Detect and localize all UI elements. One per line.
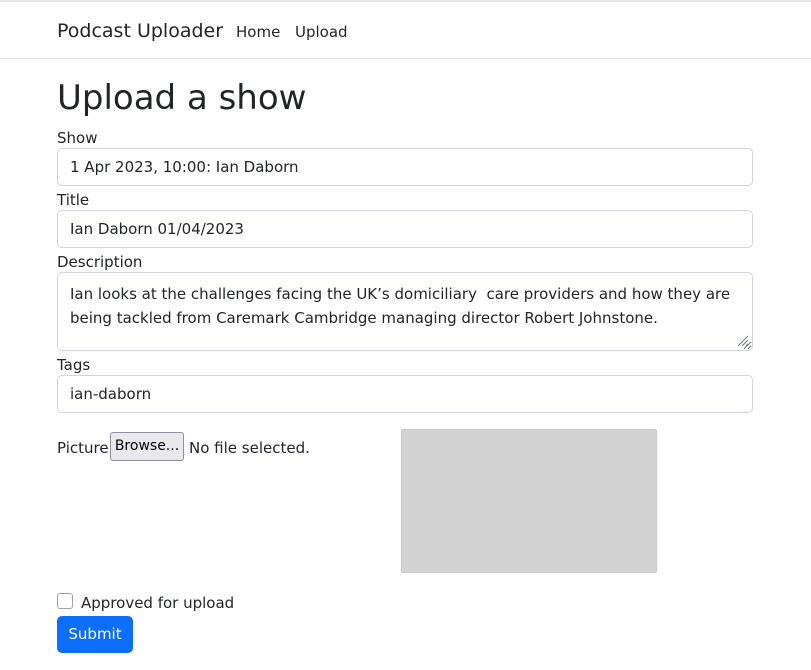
submit-button[interactable]: Submit xyxy=(57,616,133,653)
description-label: Description xyxy=(57,253,143,271)
brand-link[interactable]: Podcast Uploader xyxy=(57,20,223,42)
show-field[interactable] xyxy=(57,148,753,186)
navbar: Podcast Uploader Home Upload xyxy=(0,2,811,59)
show-label: Show xyxy=(57,129,98,147)
tags-label: Tags xyxy=(57,356,91,374)
title-label: Title xyxy=(57,191,90,209)
approved-checkbox[interactable] xyxy=(57,593,73,609)
page-title: Upload a show xyxy=(57,78,307,118)
approved-label[interactable]: Approved for upload xyxy=(81,594,234,612)
browse-button[interactable]: Browse... xyxy=(110,432,184,461)
nav-home-link[interactable]: Home xyxy=(236,23,280,41)
description-field[interactable]: Ian looks at the challenges facing the U… xyxy=(57,272,753,351)
file-status: No file selected. xyxy=(189,439,310,457)
picture-label: Picture xyxy=(57,439,109,457)
title-field[interactable] xyxy=(57,210,753,248)
nav-upload-link[interactable]: Upload xyxy=(295,23,348,41)
tags-field[interactable] xyxy=(57,375,753,413)
picture-preview xyxy=(401,429,657,573)
